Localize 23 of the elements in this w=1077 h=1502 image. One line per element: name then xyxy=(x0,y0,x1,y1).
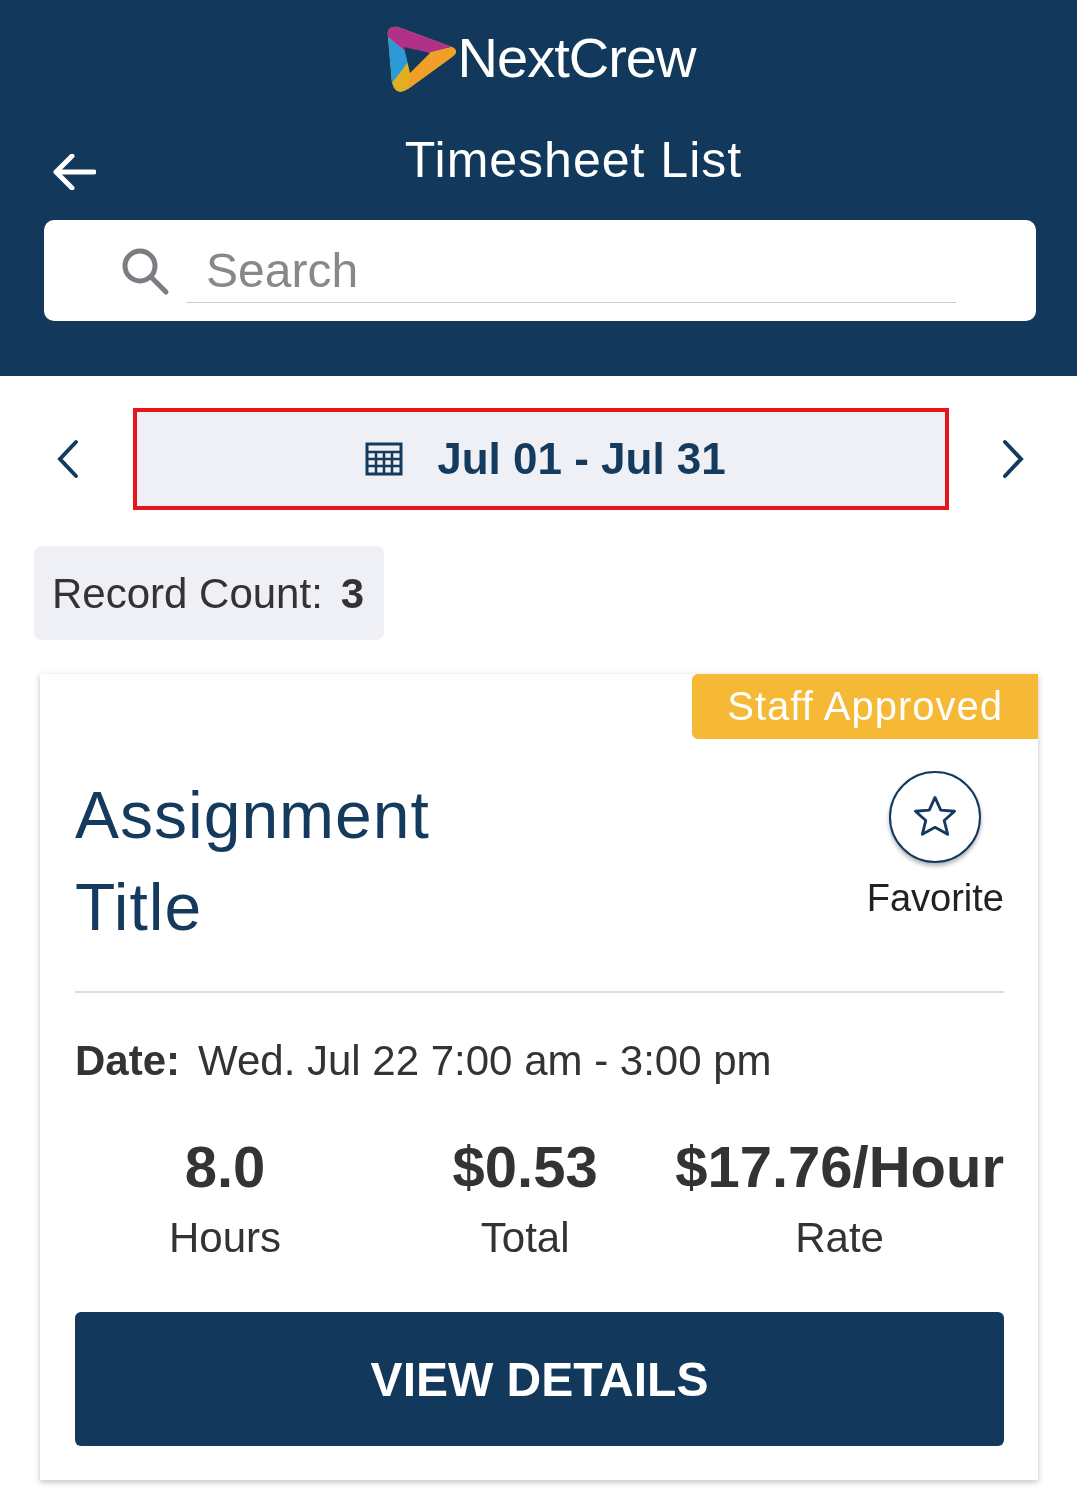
brand-name: NextCrew xyxy=(457,24,696,90)
status-badge: Staff Approved xyxy=(692,674,1038,739)
stat-value: 8.0 xyxy=(184,1133,266,1200)
record-count-label: Record Count: xyxy=(52,570,323,618)
view-details-button[interactable]: VIEW DETAILS xyxy=(75,1312,1004,1446)
search-field[interactable]: Search xyxy=(44,220,1036,321)
back-arrow-icon[interactable] xyxy=(52,154,96,190)
assignment-title: Assignment Title xyxy=(75,777,431,946)
stat-value: $0.53 xyxy=(452,1133,598,1200)
calendar-icon xyxy=(365,442,404,476)
previous-chevron-icon[interactable] xyxy=(56,439,80,479)
favorite-button[interactable] xyxy=(889,771,982,863)
date-label: Date: xyxy=(75,1037,181,1085)
favorite-label: Favorite xyxy=(866,877,1004,920)
stat-label: Total xyxy=(480,1214,570,1262)
page-title: Timesheet List xyxy=(404,131,743,189)
stat-label: Hours xyxy=(169,1214,282,1262)
stat-label: Rate xyxy=(795,1214,884,1262)
date-range-button[interactable]: Jul 01 - Jul 31 xyxy=(132,408,949,510)
next-chevron-icon[interactable] xyxy=(1001,439,1025,479)
record-count-value: 3 xyxy=(340,570,365,618)
stat-value: $17.76/Hour xyxy=(675,1133,1004,1200)
date-value: Wed. Jul 22 7:00 am - 3:00 pm xyxy=(198,1037,772,1085)
